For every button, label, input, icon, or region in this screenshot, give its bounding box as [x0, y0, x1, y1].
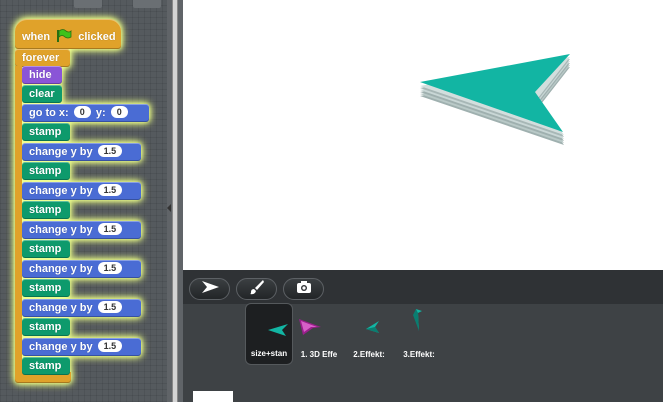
pointer-tool-button[interactable] — [189, 278, 230, 300]
costume-item[interactable]: 2.Effekt: — [345, 303, 393, 365]
paintbrush-icon — [249, 279, 265, 300]
stamp-label: stamp — [29, 321, 62, 333]
pointer-arrow-icon — [200, 280, 220, 299]
arrow-teal-icon — [246, 316, 292, 344]
costume-item[interactable]: 3.Effekt: — [395, 303, 443, 365]
stamp-label: stamp — [29, 360, 62, 372]
change-y-block[interactable]: change y by 1.5 — [22, 182, 141, 200]
change-y-label: change y by — [29, 341, 93, 353]
scripts-toolbar-button[interactable] — [74, 0, 102, 8]
change-y-block[interactable]: change y by 1.5 — [22, 299, 141, 317]
scripts-toolbar-button[interactable] — [133, 0, 161, 8]
stamp-label: stamp — [29, 282, 62, 294]
costume-item[interactable]: 1. 3D Effe — [295, 303, 343, 365]
camera-tool-button[interactable] — [283, 278, 324, 300]
costume-label: size+stan — [250, 349, 288, 358]
stamp-label: stamp — [29, 126, 62, 138]
stamp-block[interactable]: stamp — [22, 240, 70, 258]
clear-block[interactable]: clear — [22, 85, 62, 103]
x-input[interactable]: 0 — [73, 106, 91, 118]
stamp-block[interactable]: stamp — [22, 201, 70, 219]
stamp-block[interactable]: stamp — [22, 123, 70, 141]
hat-suffix-label: clicked — [78, 31, 116, 43]
change-y-label: change y by — [29, 263, 93, 275]
collapse-arrow-icon[interactable] — [167, 204, 171, 212]
camera-icon — [296, 280, 312, 299]
go-to-y-label: y: — [95, 107, 106, 119]
change-y-input[interactable]: 1.5 — [97, 340, 123, 352]
costume-pane: size+stan 1. 3D Effe 2.Effekt: 3.Effekt: — [183, 270, 663, 402]
stamp-label: stamp — [29, 165, 62, 177]
change-y-block[interactable]: change y by 1.5 — [22, 260, 141, 278]
forever-arm — [15, 66, 22, 374]
go-to-xy-block[interactable]: go to x: 0 y: 0 — [22, 104, 149, 122]
stage[interactable] — [183, 0, 663, 270]
forever-label: forever — [22, 52, 60, 64]
change-y-input[interactable]: 1.5 — [97, 301, 123, 313]
script-area[interactable]: when clicked forever hide clear go to x:… — [0, 0, 167, 402]
change-y-block[interactable]: change y by 1.5 — [22, 221, 141, 239]
change-y-input[interactable]: 1.5 — [97, 223, 123, 235]
costume-item[interactable]: size+stan — [245, 303, 293, 365]
paint-tool-button[interactable] — [236, 278, 277, 300]
hide-label: hide — [29, 69, 52, 81]
stamp-block[interactable]: stamp — [22, 318, 70, 336]
change-y-label: change y by — [29, 224, 93, 236]
costume-label: 3.Effekt: — [403, 350, 435, 359]
stamp-block[interactable]: stamp — [22, 162, 70, 180]
arrow-purple-icon — [295, 315, 343, 343]
y-input[interactable]: 0 — [110, 106, 128, 118]
change-y-label: change y by — [29, 146, 93, 158]
arrow-teal-vertical-icon — [395, 307, 443, 335]
change-y-label: change y by — [29, 302, 93, 314]
go-to-x-label: go to x: — [29, 107, 69, 119]
forever-block[interactable]: forever — [15, 49, 70, 67]
change-y-label: change y by — [29, 185, 93, 197]
stage-canvas — [420, 54, 570, 145]
green-flag-icon — [56, 29, 72, 50]
hat-prefix-label: when — [22, 31, 51, 43]
change-y-input[interactable]: 1.5 — [97, 145, 123, 157]
change-y-input[interactable]: 1.5 — [97, 262, 123, 274]
change-y-block[interactable]: change y by 1.5 — [22, 338, 141, 356]
hide-block[interactable]: hide — [22, 66, 62, 84]
clear-label: clear — [29, 88, 55, 100]
stamp-block[interactable]: stamp — [22, 279, 70, 297]
costume-label: 1. 3D Effe — [300, 350, 338, 359]
scrollbar[interactable] — [172, 0, 178, 402]
change-y-input[interactable]: 1.5 — [97, 184, 123, 196]
pane-divider[interactable] — [167, 0, 183, 402]
costume-label: 2.Effekt: — [353, 350, 385, 359]
arrow-teal-small-icon — [345, 315, 393, 343]
stamp-block[interactable]: stamp — [22, 357, 70, 375]
new-costume-area[interactable] — [193, 391, 233, 402]
stamp-label: stamp — [29, 204, 62, 216]
costume-toolbar — [183, 270, 663, 304]
when-flag-clicked-block[interactable]: when clicked — [15, 19, 121, 49]
stamp-label: stamp — [29, 243, 62, 255]
change-y-block[interactable]: change y by 1.5 — [22, 143, 141, 161]
